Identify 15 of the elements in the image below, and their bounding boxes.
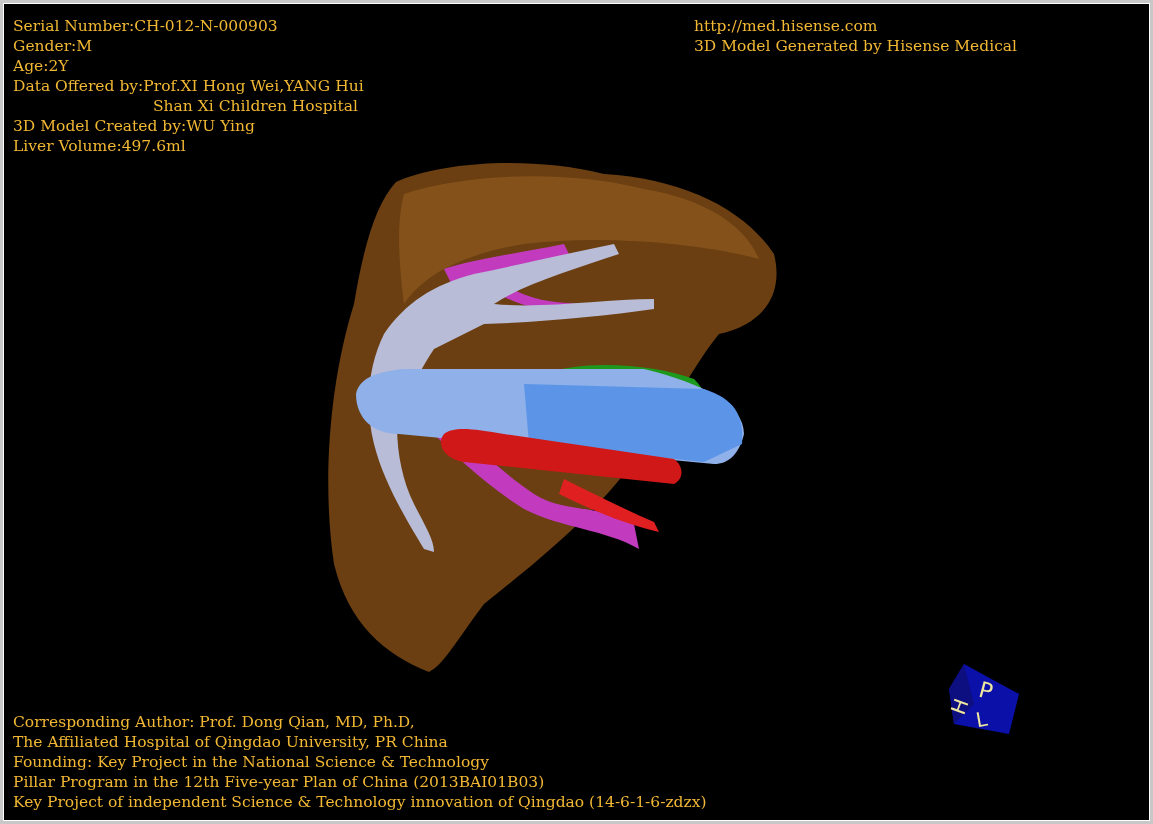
info-text: The Affiliated Hospital of Qingdao University, PR China: [13, 732, 448, 752]
info-text: Gender:M: [13, 36, 93, 56]
info-text: Data Offered by:Prof.XI Hong Wei,YANG Hui: [13, 76, 364, 96]
info-text: http://med.hisense.com: [694, 16, 878, 36]
info-text: Shan Xi Children Hospital: [153, 96, 358, 116]
info-text: 3D Model Created by:WU Ying: [13, 116, 255, 136]
info-text: Liver Volume:497.6ml: [13, 136, 186, 156]
info-text: Serial Number:CH-012-N-000903: [13, 16, 278, 36]
3d-viewport[interactable]: [3, 3, 1150, 821]
info-text: Corresponding Author: Prof. Dong Qian, MD, Ph.D,: [13, 712, 415, 732]
info-text: Key Project of independent Science & Technology innovation of Qingdao (14-6-1-6-zdzx): [13, 792, 707, 812]
info-text: Age:2Y: [13, 56, 69, 76]
info-text: Founding: Key Project in the National Science & Technology: [13, 752, 489, 772]
info-text: Pillar Program in the 12th Five-year Plan of China (2013BAI01B03): [13, 772, 545, 792]
info-text: 3D Model Generated by Hisense Medical: [694, 36, 1018, 56]
